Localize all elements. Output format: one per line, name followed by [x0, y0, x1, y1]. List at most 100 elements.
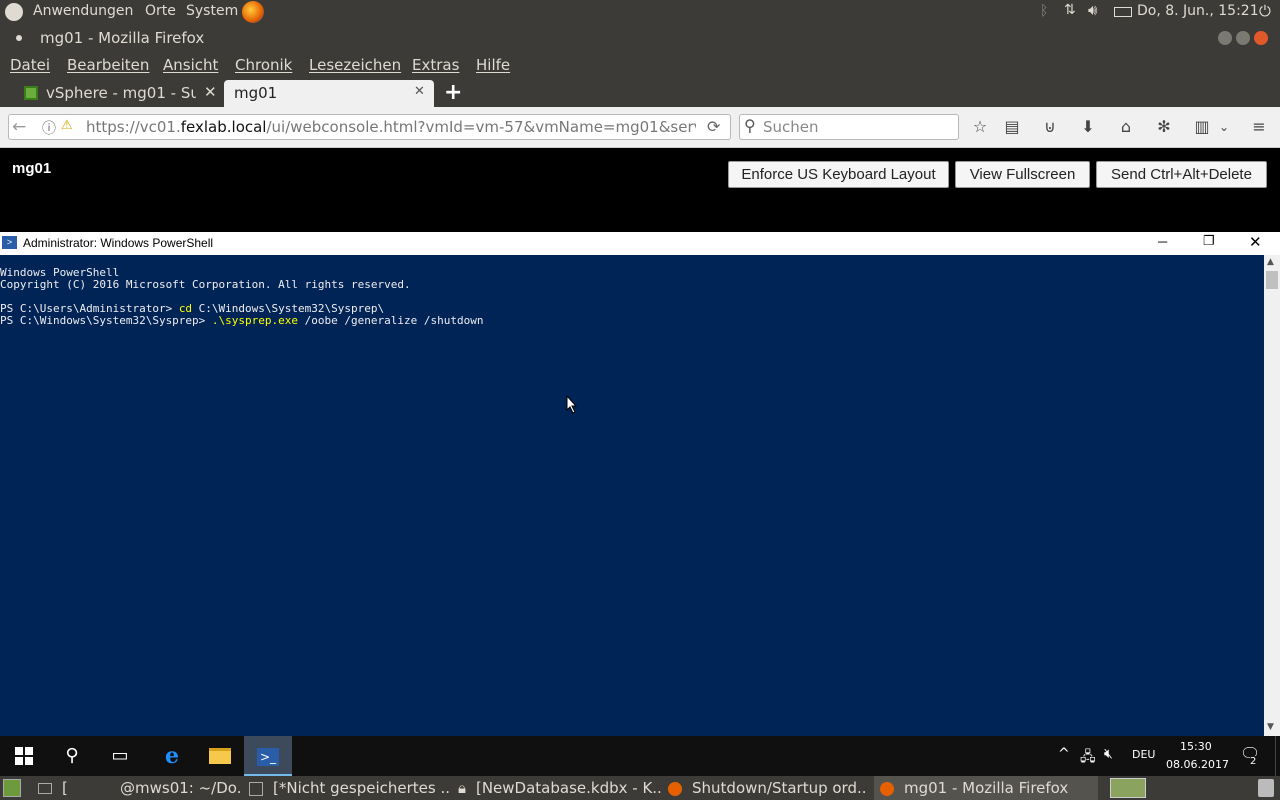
- menu-applications[interactable]: Anwendungen: [33, 3, 133, 19]
- close-button[interactable]: [1254, 31, 1268, 45]
- back-icon[interactable]: ←: [12, 117, 26, 137]
- tab-close-icon[interactable]: ✕: [414, 84, 425, 99]
- trash-icon[interactable]: [1258, 779, 1274, 797]
- scroll-up-icon[interactable]: ▲: [1267, 257, 1274, 267]
- task-firefox-shutdown[interactable]: Shutdown/Startup ord...: [668, 776, 868, 800]
- url-suffix: /ui/webconsole.html?vmId=vm-57&vmName=mg…: [266, 118, 696, 136]
- firefox-launcher-icon[interactable]: [242, 1, 264, 23]
- ps-restore-button[interactable]: ❐: [1203, 233, 1215, 249]
- url-bar[interactable]: ← ⓘ ⚠ https://vc01.fexlab.local/ui/webco…: [8, 114, 731, 140]
- tray-time[interactable]: 15:30: [1180, 740, 1212, 753]
- search-bar[interactable]: ⚲ Suchen: [739, 114, 959, 140]
- send-ctrl-alt-delete-button[interactable]: Send Ctrl+Alt+Delete: [1096, 161, 1267, 188]
- notification-count: 2: [1250, 756, 1257, 767]
- task-label: [NewDatabase.kdbx - K...: [475, 779, 661, 797]
- url-prefix: https://vc01.: [86, 118, 181, 136]
- search-icon: ⚲: [744, 116, 756, 135]
- windows-taskbar: ⚲ ▭ e >_ ^ 🖧︎ 🔇︎ DEU 15:30 08.06.2017 🗨︎…: [0, 736, 1280, 776]
- task-firefox-mg01[interactable]: mg01 - Mozilla Firefox: [874, 776, 1098, 800]
- home-icon[interactable]: ⌂: [1116, 117, 1136, 137]
- powershell-window[interactable]: > Administrator: Windows PowerShell ─ ❐ …: [0, 232, 1280, 736]
- power-icon[interactable]: ⏻: [1259, 2, 1271, 20]
- new-tab-icon[interactable]: +: [444, 80, 462, 105]
- console-line: PS C:\Windows\System32\Sysprep> .\syspre…: [0, 315, 1264, 327]
- network-tray-icon[interactable]: 🖧︎: [1080, 746, 1096, 770]
- clipboard-icon[interactable]: ▥: [1192, 117, 1212, 137]
- tab-mg01[interactable]: mg01 ✕: [224, 80, 434, 107]
- extension-icon[interactable]: ✻: [1154, 117, 1174, 137]
- windows-start-icon[interactable]: [0, 736, 48, 776]
- window-menu-icon[interactable]: [16, 35, 22, 41]
- powershell-titlebar: > Administrator: Windows PowerShell ─ ❐ …: [0, 232, 1280, 255]
- enforce-us-keyboard-button[interactable]: Enforce US Keyboard Layout: [728, 161, 949, 188]
- file-explorer-icon[interactable]: [196, 736, 244, 776]
- hamburger-menu-icon[interactable]: ≡: [1249, 117, 1269, 137]
- window-title: mg01 - Mozilla Firefox: [40, 29, 205, 47]
- scroll-down-icon[interactable]: ▼: [1267, 722, 1274, 732]
- menu-places[interactable]: Orte: [145, 3, 176, 19]
- overflow-chevron-icon[interactable]: ⌄: [1214, 117, 1234, 137]
- menu-system[interactable]: System: [186, 3, 238, 19]
- internet-explorer-icon[interactable]: e: [148, 736, 196, 776]
- reload-icon[interactable]: ⟳: [707, 117, 720, 136]
- view-fullscreen-button[interactable]: View Fullscreen: [955, 161, 1090, 188]
- show-desktop-icon[interactable]: [3, 779, 21, 797]
- minimize-button[interactable]: [1218, 31, 1232, 45]
- volume-muted-icon[interactable]: 🔇︎: [1104, 746, 1113, 762]
- task-view-icon[interactable]: ▭: [96, 736, 144, 776]
- info-icon[interactable]: ⓘ: [42, 118, 56, 138]
- search-placeholder: Suchen: [763, 118, 819, 136]
- firefox-icon: [668, 781, 682, 796]
- battery-icon[interactable]: [1114, 7, 1132, 17]
- tab-bar: vSphere - mg01 - Summ ✕ mg01 ✕ +: [0, 79, 1280, 107]
- prompt: PS C:\Windows\System32\Sysprep>: [0, 314, 212, 327]
- powershell-title: Administrator: Windows PowerShell: [23, 236, 214, 250]
- firefox-icon: [880, 781, 894, 796]
- lock-warning-icon[interactable]: ⚠: [61, 118, 73, 133]
- menu-extras[interactable]: Extras: [412, 56, 459, 74]
- tab-close-icon[interactable]: ✕: [204, 83, 217, 101]
- menu-datei[interactable]: Datei: [10, 56, 50, 74]
- scroll-thumb[interactable]: [1266, 271, 1278, 289]
- search-icon[interactable]: ⚲: [48, 736, 96, 776]
- input-language[interactable]: DEU: [1132, 748, 1155, 761]
- task-terminal-small[interactable]: [: [38, 776, 104, 800]
- webconsole-header: mg01 Enforce US Keyboard Layout View Ful…: [0, 148, 1280, 232]
- menu-ansicht[interactable]: Ansicht: [163, 56, 218, 74]
- tray-date[interactable]: 08.06.2017: [1166, 758, 1229, 771]
- bluetooth-icon[interactable]: ᛒ: [1040, 3, 1048, 19]
- maximize-button[interactable]: [1236, 31, 1250, 45]
- menu-hilfe[interactable]: Hilfe: [476, 56, 510, 74]
- menu-chronik[interactable]: Chronik: [235, 56, 292, 74]
- ps-minimize-button[interactable]: ─: [1158, 234, 1167, 249]
- workspace-switcher[interactable]: [1110, 778, 1146, 798]
- task-label: [*Nicht gespeichertes ...: [273, 779, 449, 797]
- ps-close-button[interactable]: ✕: [1249, 233, 1262, 251]
- pocket-icon[interactable]: ⊍: [1040, 117, 1060, 137]
- download-icon[interactable]: ⬇: [1078, 117, 1098, 137]
- network-icon[interactable]: ⇅: [1064, 2, 1076, 18]
- volume-icon[interactable]: 🔊︎: [1088, 1, 1097, 19]
- powershell-icon: >: [2, 236, 17, 249]
- ubuntu-bottom-panel: [ @mws01: ~/Do... [*Nicht gespeichertes …: [0, 776, 1280, 800]
- ubuntu-logo-icon[interactable]: [5, 3, 23, 21]
- menu-lesezeichen[interactable]: Lesezeichen: [309, 56, 401, 74]
- lock-icon: 🔒︎: [458, 779, 466, 797]
- command: .\sysprep.exe: [211, 314, 299, 327]
- task-terminal[interactable]: @mws01: ~/Do...: [120, 776, 242, 800]
- tab-vsphere[interactable]: vSphere - mg01 - Summ ✕: [18, 80, 224, 107]
- powershell-console[interactable]: Windows PowerShell Copyright (C) 2016 Mic…: [0, 255, 1264, 736]
- clock[interactable]: Do, 8. Jun., 15:21: [1137, 3, 1259, 19]
- tray-chevron-icon[interactable]: ^: [1058, 746, 1070, 762]
- reading-list-icon[interactable]: ▤: [1002, 117, 1022, 137]
- task-keepass[interactable]: 🔒︎ [NewDatabase.kdbx - K...: [458, 776, 661, 800]
- menu-bearbeiten[interactable]: Bearbeiten: [67, 56, 149, 74]
- firefox-menubar: Datei Bearbeiten Ansicht Chronik Lesezei…: [0, 52, 1280, 79]
- task-editor[interactable]: [*Nicht gespeichertes ...: [249, 776, 449, 800]
- bookmark-star-icon[interactable]: ☆: [970, 117, 990, 137]
- powershell-scrollbar[interactable]: ▲ ▼: [1264, 255, 1280, 736]
- task-label: Shutdown/Startup ord...: [692, 779, 868, 797]
- show-desktop-button[interactable]: [1275, 736, 1280, 776]
- powershell-taskbar-icon[interactable]: >_: [244, 736, 292, 776]
- ubuntu-top-panel: Anwendungen Orte System ᛒ ⇅ 🔊︎ Do, 8. Ju…: [0, 0, 1280, 24]
